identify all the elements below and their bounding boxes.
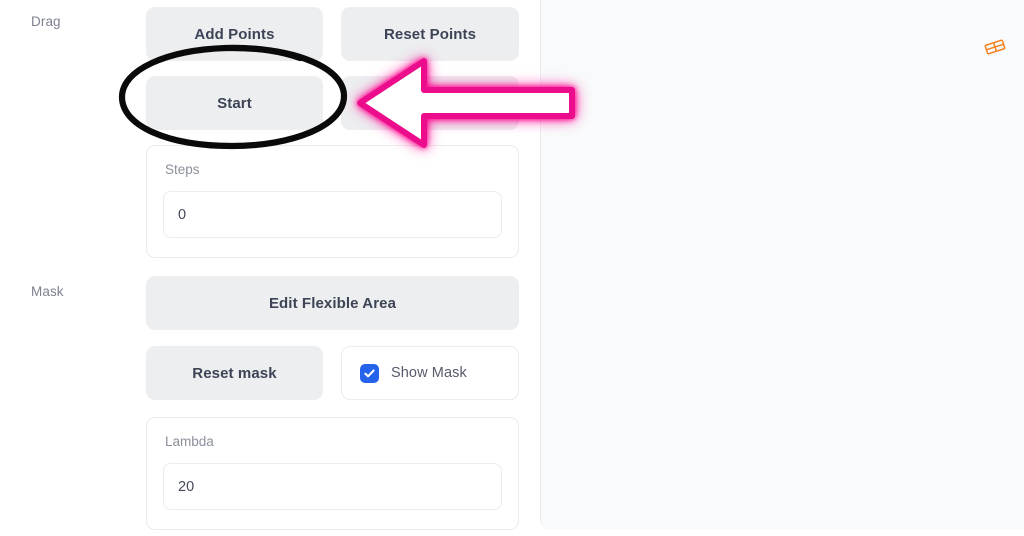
preview-column <box>538 0 1024 536</box>
show-mask-label: Show Mask <box>391 365 467 381</box>
image-preview-panel[interactable] <box>540 0 1024 529</box>
start-button[interactable]: Start <box>146 76 323 130</box>
steps-label: Steps <box>165 162 200 177</box>
draggan-logo-icon <box>982 34 1008 60</box>
steps-input[interactable] <box>163 191 502 238</box>
lambda-input[interactable] <box>163 463 502 510</box>
steps-field-card: Steps <box>146 145 519 258</box>
group-label-mask: Mask <box>31 284 64 299</box>
checkbox-checked-icon[interactable] <box>360 363 379 383</box>
group-label-drag: Drag <box>31 14 61 29</box>
add-points-button[interactable]: Add Points <box>146 7 323 61</box>
reset-mask-button[interactable]: Reset mask <box>146 346 323 400</box>
app-root: Drag Add Points Reset Points Start Steps… <box>0 0 1024 536</box>
stop-button[interactable] <box>341 76 519 130</box>
lambda-label: Lambda <box>165 434 214 449</box>
edit-flexible-area-button[interactable]: Edit Flexible Area <box>146 276 519 330</box>
controls-column: Drag Add Points Reset Points Start Steps… <box>0 0 538 536</box>
lambda-field-card: Lambda <box>146 417 519 530</box>
show-mask-checkbox-card[interactable]: Show Mask <box>341 346 519 400</box>
reset-points-button[interactable]: Reset Points <box>341 7 519 61</box>
